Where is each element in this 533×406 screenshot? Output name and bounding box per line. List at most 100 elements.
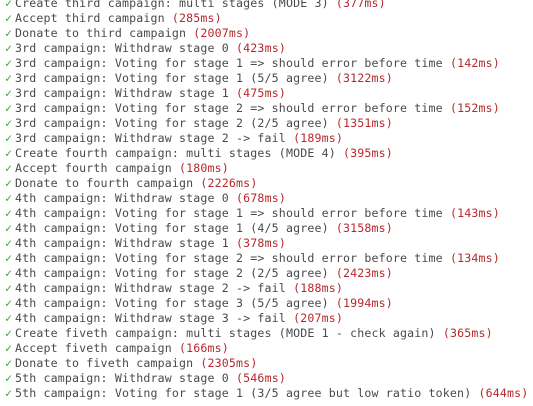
test-duration: (2305ms) [200,356,258,370]
test-result-line: ✓ Accept fiveth campaign (166ms) [0,341,533,356]
test-duration: (365ms) [442,326,493,340]
check-icon: ✓ [5,311,13,325]
test-duration: (188ms) [293,281,344,295]
test-result-line: ✓ 3rd campaign: Voting for stage 2 (2/5 a… [0,116,533,131]
test-duration: (134ms) [449,251,500,265]
test-duration: (143ms) [449,206,500,220]
test-result-line: ✓ 4th campaign: Voting for stage 2 (2/5 a… [0,266,533,281]
test-name: 4th campaign: Withdraw stage 1 [15,236,229,250]
test-result-line: ✓ 4th campaign: Voting for stage 3 (5/5 a… [0,296,533,311]
test-name: Accept fourth campaign [15,161,172,175]
check-icon: ✓ [5,281,13,295]
test-result-line: ✓ 5th campaign: Withdraw stage 0 (546ms) [0,371,533,386]
check-icon: ✓ [5,86,13,100]
test-result-line: ✓ 3rd campaign: Withdraw stage 2 -> fail … [0,131,533,146]
test-duration: (285ms) [171,11,222,25]
test-result-line: ✓ Donate to fiveth campaign (2305ms) [0,356,533,371]
test-duration: (3122ms) [335,71,393,85]
test-duration: (2226ms) [200,176,258,190]
test-name: 4th campaign: Withdraw stage 3 -> fail [15,311,286,325]
check-icon: ✓ [5,266,13,280]
test-result-line: ✓ 4th campaign: Withdraw stage 1 (378ms) [0,236,533,251]
check-icon: ✓ [5,236,13,250]
test-name: 3rd campaign: Voting for stage 2 (2/5 ag… [15,116,329,130]
check-icon: ✓ [5,161,13,175]
test-result-line: ✓ 4th campaign: Withdraw stage 0 (678ms) [0,191,533,206]
test-name: 3rd campaign: Voting for stage 1 (5/5 ag… [15,71,329,85]
test-result-line: ✓ 3rd campaign: Voting for stage 1 => sho… [0,56,533,71]
test-name: 5th campaign: Withdraw stage 0 [15,371,229,385]
test-duration: (423ms) [236,41,286,55]
check-icon: ✓ [5,341,13,355]
test-name: 4th campaign: Voting for stage 2 (2/5 ag… [15,266,329,280]
check-icon: ✓ [5,11,13,25]
check-icon: ✓ [5,41,13,55]
test-result-line: ✓ Accept fourth campaign (180ms) [0,161,533,176]
check-icon: ✓ [5,26,13,40]
test-name: 4th campaign: Withdraw stage 0 [15,191,229,205]
test-duration: (475ms) [236,86,286,100]
test-duration: (377ms) [335,0,386,10]
test-duration: (1351ms) [335,116,393,130]
test-duration: (395ms) [343,146,393,160]
test-name: Accept fiveth campaign [15,341,172,355]
test-duration: (152ms) [449,101,500,115]
test-result-line: ✓ 3rd campaign: Voting for stage 2 => sho… [0,101,533,116]
test-result-line: ✓ Create fourth campaign: multi stages (M… [0,146,533,161]
test-result-line: ✓ 4th campaign: Voting for stage 1 (4/5 a… [0,221,533,236]
test-name: Donate to fiveth campaign [15,356,194,370]
check-icon: ✓ [5,0,13,10]
test-name: Create third campaign: multi stages (MOD… [15,0,329,10]
check-icon: ✓ [5,356,13,370]
test-name: Donate to third campaign [15,26,187,40]
test-name: 4th campaign: Voting for stage 1 (4/5 ag… [15,221,329,235]
test-name: 5th campaign: Voting for stage 1 (3/5 ag… [15,386,472,400]
test-name: 3rd campaign: Withdraw stage 2 -> fail [15,131,286,145]
test-duration: (3158ms) [335,221,393,235]
test-duration: (644ms) [478,386,529,400]
check-icon: ✓ [5,206,13,220]
test-result-line: ✓ Donate to third campaign (2007ms) [0,26,533,41]
test-name: 4th campaign: Voting for stage 3 (5/5 ag… [15,296,329,310]
test-name: Donate to fourth campaign [15,176,194,190]
test-result-line: ✓ 4th campaign: Withdraw stage 3 -> fail … [0,311,533,326]
test-name: 3rd campaign: Voting for stage 2 => shou… [15,101,443,115]
test-duration: (546ms) [236,371,286,385]
test-result-line: ✓ 3rd campaign: Withdraw stage 0 (423ms) [0,41,533,56]
test-output-log: ✓ Create third campaign: multi stages (MO… [0,0,533,401]
check-icon: ✓ [5,131,13,145]
check-icon: ✓ [5,146,13,160]
check-icon: ✓ [5,176,13,190]
check-icon: ✓ [5,221,13,235]
test-name: Accept third campaign [15,11,165,25]
test-result-line: ✓ Donate to fourth campaign (2226ms) [0,176,533,191]
check-icon: ✓ [5,296,13,310]
test-duration: (207ms) [293,311,344,325]
check-icon: ✓ [5,116,13,130]
test-name: Create fiveth campaign: multi stages (MO… [15,326,436,340]
test-duration: (378ms) [236,236,286,250]
check-icon: ✓ [5,71,13,85]
test-duration: (189ms) [293,131,344,145]
test-result-line: ✓ Create fiveth campaign: multi stages (M… [0,326,533,341]
test-name: 4th campaign: Withdraw stage 2 -> fail [15,281,286,295]
test-result-line: ✓ Create third campaign: multi stages (MO… [0,0,533,11]
test-name: Create fourth campaign: multi stages (MO… [15,146,336,160]
test-name: 4th campaign: Voting for stage 2 => shou… [15,251,443,265]
test-result-line: ✓ 4th campaign: Withdraw stage 2 -> fail … [0,281,533,296]
test-duration: (2423ms) [335,266,393,280]
check-icon: ✓ [5,386,13,400]
test-name: 3rd campaign: Withdraw stage 0 [15,41,229,55]
test-result-line: ✓ 3rd campaign: Withdraw stage 1 (475ms) [0,86,533,101]
check-icon: ✓ [5,191,13,205]
test-duration: (142ms) [449,56,500,70]
test-name: 4th campaign: Voting for stage 1 => shou… [15,206,443,220]
test-result-line: ✓ 3rd campaign: Voting for stage 1 (5/5 a… [0,71,533,86]
check-icon: ✓ [5,251,13,265]
test-result-line: ✓ 5th campaign: Voting for stage 1 (3/5 a… [0,386,533,401]
test-result-line: ✓ 4th campaign: Voting for stage 2 => sho… [0,251,533,266]
test-duration: (180ms) [179,161,229,175]
check-icon: ✓ [5,371,13,385]
test-duration: (678ms) [236,191,286,205]
test-result-line: ✓ 4th campaign: Voting for stage 1 => sho… [0,206,533,221]
